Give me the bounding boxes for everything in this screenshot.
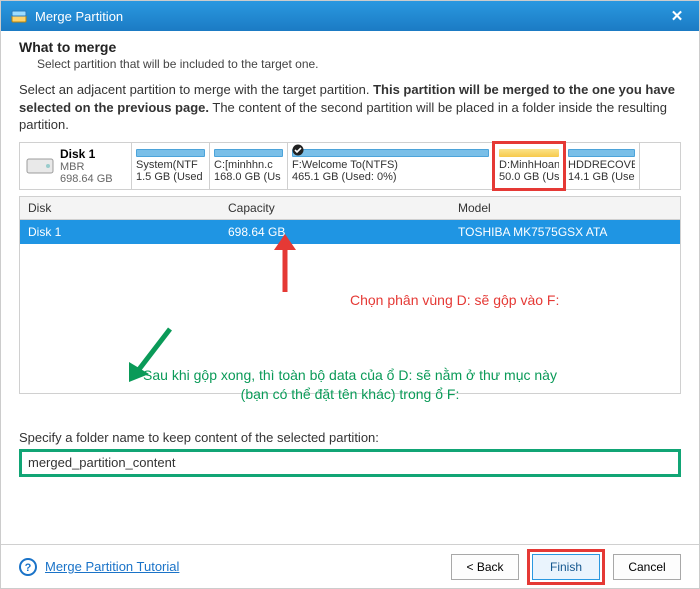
disk-row: Disk 1 MBR 698.64 GB System(NTF1.5 GB (U… [19,142,681,190]
partition-2[interactable]: F:Welcome To(NTFS)465.1 GB (Used: 0%) [288,143,494,189]
partition-3[interactable]: D:MinhHoan50.0 GB (Use [492,141,566,191]
close-icon[interactable]: ✕ [665,4,689,28]
partition-info: 465.1 GB (Used: 0%) [292,171,489,183]
partition-info: 50.0 GB (Use [499,171,559,183]
folder-name-input[interactable]: merged_partition_content [19,449,681,477]
table-row[interactable]: Disk 1 698.64 GB TOSHIBA MK7575GSX ATA [19,220,681,244]
heading-subtitle: Select partition that will be included t… [37,57,681,71]
partitions-container: System(NTF1.5 GB (UsedC:[minhhn.c168.0 G… [132,143,680,189]
partition-1[interactable]: C:[minhhn.c168.0 GB (Us [210,143,288,189]
disk-name: Disk 1 [60,147,113,161]
partition-bar [136,149,205,157]
check-icon [292,144,304,156]
cell-model: TOSHIBA MK7575GSX ATA [450,220,680,244]
arrow-red-icon [270,234,300,294]
partition-bar [214,149,283,157]
page-heading: What to merge Select partition that will… [1,31,699,71]
folder-label: Specify a folder name to keep content of… [19,430,681,445]
partition-label: HDDRECOVE [568,159,635,171]
table-body: Chọn phân vùng D: sẽ gộp vào F: Sau khi … [19,244,681,394]
partition-label: D:MinhHoan [499,159,559,171]
back-button[interactable]: < Back [451,554,519,580]
partition-info: 14.1 GB (Use [568,171,635,183]
table-header: Disk Capacity Model [19,196,681,220]
instruction-text: Select an adjacent partition to merge wi… [1,71,699,134]
disk-label: Disk 1 MBR 698.64 GB [20,143,132,189]
finish-highlight: Finish [527,549,605,585]
partition-label: System(NTF [136,159,205,171]
partition-label: F:Welcome To(NTFS) [292,159,489,171]
col-disk: Disk [20,197,220,219]
col-capacity: Capacity [220,197,450,219]
partition-0[interactable]: System(NTF1.5 GB (Used [132,143,210,189]
cancel-button[interactable]: Cancel [613,554,681,580]
partition-info: 1.5 GB (Used [136,171,205,183]
partition-label: C:[minhhn.c [214,159,283,171]
titlebar: Merge Partition ✕ [1,1,699,31]
disk-type: MBR [60,161,113,173]
cell-disk: Disk 1 [20,220,220,244]
annotation-select-partition: Chọn phân vùng D: sẽ gộp vào F: [350,292,559,308]
col-model: Model [450,197,680,219]
disk-size: 698.64 GB [60,173,113,185]
partition-info: 168.0 GB (Us [214,171,283,183]
svg-text:?: ? [25,562,32,574]
partition-bar [499,149,559,157]
footer: ? Merge Partition Tutorial < Back Finish… [1,544,699,588]
disk-icon [26,154,54,178]
window-title: Merge Partition [35,9,665,24]
arrow-green-icon [125,324,175,384]
cell-capacity: 698.64 GB [220,220,450,244]
partition-bar [568,149,635,157]
partition-bar [292,149,489,157]
partition-4[interactable]: HDDRECOVE14.1 GB (Use [564,143,640,189]
help-icon: ? [19,558,37,576]
app-icon [11,8,27,24]
heading-title: What to merge [19,39,681,55]
tutorial-link[interactable]: ? Merge Partition Tutorial [19,558,179,576]
finish-button[interactable]: Finish [532,554,600,580]
